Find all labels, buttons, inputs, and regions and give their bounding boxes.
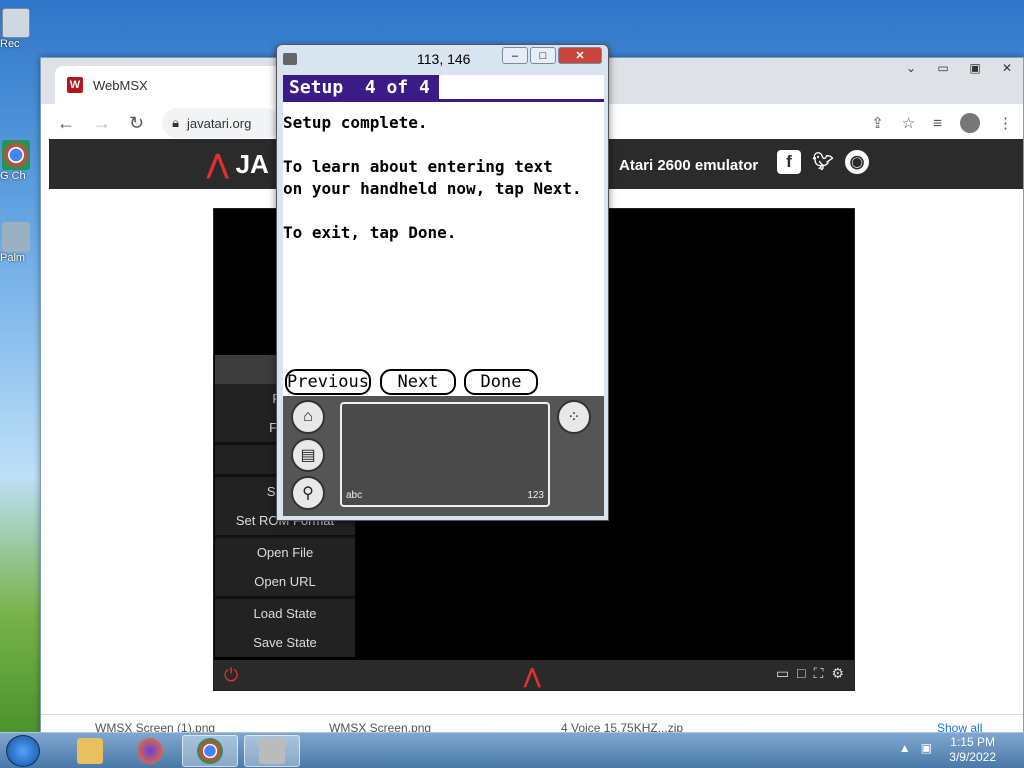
home-icon[interactable]: ⌂ <box>291 400 325 434</box>
emulator-tagline: Atari 2600 emulator <box>619 157 759 174</box>
start-button[interactable] <box>6 735 40 767</box>
downloads-bar: WMSX Screen (1).png WMSX Screen.png 4 Vo… <box>41 714 1023 735</box>
toolbar-actions: ⇪ ☆ ≡ ⋮ <box>871 104 1013 142</box>
instruction-text: on your handheld now, tap Next. <box>283 179 582 198</box>
desktop-icon-label: Rec <box>0 38 20 50</box>
menu-icon[interactable]: ▤ <box>291 438 325 472</box>
system-tray: ▲ ▣ <box>899 741 932 755</box>
previous-button[interactable]: Previous <box>285 369 371 395</box>
palm-titlebar[interactable]: 113, 146 – □ ✕ <box>277 45 608 75</box>
instruction-text: To learn about entering text <box>283 157 553 176</box>
site-logo-text: JA <box>235 149 269 179</box>
setup-header: Setup 4 of 4 <box>283 75 439 101</box>
palm-icon <box>259 738 285 764</box>
taskbar-explorer[interactable] <box>62 735 118 767</box>
graffiti-abc-label: abc <box>346 490 363 501</box>
palm-app-icon <box>283 53 297 65</box>
taskbar-firefox[interactable] <box>122 735 178 767</box>
profile-avatar[interactable] <box>960 113 980 133</box>
desktop-icon-recycle-bin[interactable]: Rec <box>0 8 32 50</box>
emulator-controls: ▭ □ ⛶ ⚙ <box>776 665 844 682</box>
palm-icon <box>2 222 30 252</box>
desktop-icon-label: Palm <box>0 252 26 264</box>
recycle-bin-icon <box>2 8 30 38</box>
back-icon[interactable]: ← <box>57 113 75 134</box>
graffiti-123-label: 123 <box>527 490 544 501</box>
setup-complete-text: Setup complete. <box>283 113 428 132</box>
window-screen-icon[interactable]: □ <box>797 665 805 682</box>
restore-icon[interactable]: ▣ <box>959 58 991 78</box>
tab-title: WebMSX <box>93 77 148 93</box>
desktop-icon-palm[interactable]: Palm <box>0 222 32 264</box>
more-menu-icon[interactable]: ⋮ <box>998 114 1013 132</box>
chevron-down-icon[interactable]: ⌄ <box>895 58 927 78</box>
atari-logo-icon[interactable]: ⋀ <box>524 664 540 689</box>
webmsx-favicon-icon: W <box>67 77 83 93</box>
url-text: javatari.org <box>187 115 252 131</box>
next-button[interactable]: Next <box>380 369 456 395</box>
menu-item-save-state[interactable]: Save State <box>215 628 355 657</box>
twitter-icon[interactable]: 🐦︎ <box>811 150 835 174</box>
chrome-icon <box>2 140 30 170</box>
pointer-coordinates: 113, 146 <box>417 51 471 67</box>
forward-icon[interactable]: → <box>93 113 111 134</box>
chrome-icon <box>197 738 223 764</box>
find-icon[interactable]: ⚲ <box>291 476 325 510</box>
minimize-screen-icon[interactable]: ▭ <box>776 665 789 682</box>
calculator-icon[interactable]: ⁘ <box>557 400 591 434</box>
tab-webmsx[interactable]: W WebMSX <box>55 66 285 104</box>
lock-icon: 🔒︎ <box>172 115 180 130</box>
menu-item-open-file[interactable]: Open File <box>215 538 355 567</box>
chrome-window-controls: ⌄ ▭ ▣ ✕ <box>895 58 1023 78</box>
graffiti-input-pad[interactable]: abc 123 <box>340 402 550 507</box>
folder-icon <box>77 738 103 764</box>
graffiti-area: ⌂ ▤ ⚲ ⁘ abc 123 <box>283 396 604 516</box>
share-icon[interactable]: ⇪ <box>871 114 884 132</box>
power-icon[interactable]: ⏻ <box>224 665 238 686</box>
minimize-icon[interactable]: ▭ <box>927 58 959 78</box>
palm-screen[interactable]: Setup 4 of 4 Setup complete. To learn ab… <box>283 75 604 396</box>
github-icon[interactable]: ◉ <box>845 150 869 174</box>
desktop-icon-label: G Ch <box>0 170 26 182</box>
exit-text: To exit, tap Done. <box>283 223 457 242</box>
fullscreen-icon[interactable]: ⛶ <box>814 665 824 682</box>
menu-item-load-state[interactable]: Load State <box>215 599 355 628</box>
palm-emulator-window: 113, 146 – □ ✕ Setup 4 of 4 Setup comple… <box>276 44 609 521</box>
emulator-footer: ⏻ ⋀ ▭ □ ⛶ ⚙ <box>214 660 854 690</box>
palm-window-controls: – □ ✕ <box>502 47 602 64</box>
facebook-icon[interactable]: f <box>777 150 801 174</box>
close-icon[interactable]: ✕ <box>558 47 602 64</box>
close-icon[interactable]: ✕ <box>991 58 1023 78</box>
clock-date: 3/9/2022 <box>949 750 996 764</box>
site-logo[interactable]: ⋀ JA <box>207 149 269 180</box>
network-icon[interactable]: ▣ <box>921 741 932 755</box>
social-links: f 🐦︎ ◉ <box>777 150 869 174</box>
address-bar[interactable]: 🔒︎ javatari.org <box>162 108 281 138</box>
header-rule <box>283 99 604 102</box>
atari-logo-icon: ⋀ <box>207 149 236 179</box>
clock[interactable]: 1:15 PM 3/9/2022 <box>949 735 996 765</box>
reading-list-icon[interactable]: ≡ <box>933 115 942 132</box>
taskbar-palm[interactable] <box>244 735 300 767</box>
clock-time: 1:15 PM <box>950 735 995 749</box>
reload-icon[interactable]: ↻ <box>129 113 144 134</box>
minimize-icon[interactable]: – <box>502 47 528 64</box>
star-icon[interactable]: ☆ <box>902 114 915 132</box>
maximize-icon[interactable]: □ <box>530 47 556 64</box>
firefox-icon <box>137 738 163 764</box>
taskbar-chrome[interactable] <box>182 735 238 767</box>
tray-expand-icon[interactable]: ▲ <box>899 741 911 755</box>
menu-item-open-url[interactable]: Open URL <box>215 567 355 596</box>
done-button[interactable]: Done <box>464 369 538 395</box>
desktop-icon-chrome[interactable]: G Ch <box>0 140 32 182</box>
taskbar: ▲ ▣ 1:15 PM 3/9/2022 <box>0 732 1024 768</box>
settings-gear-icon[interactable]: ⚙ <box>831 665 844 682</box>
